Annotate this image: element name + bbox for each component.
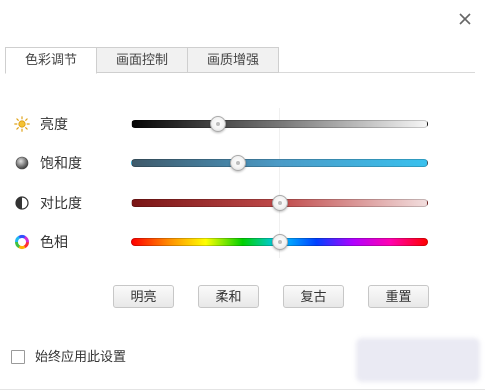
saturation-label: 饱和度	[40, 155, 82, 171]
contrast-row: 对比度	[14, 193, 434, 213]
hue-wheel-icon	[14, 234, 30, 250]
hue-slider[interactable]	[131, 234, 428, 250]
hue-row: 色相	[14, 232, 434, 252]
saturation-row: 饱和度	[14, 153, 434, 173]
tab-color-adjust[interactable]: 色彩调节	[5, 47, 97, 74]
hue-label: 色相	[40, 234, 68, 250]
tab-picture-control[interactable]: 画面控制	[96, 47, 188, 73]
tab-quality-enhance[interactable]: 画质增强	[187, 47, 279, 73]
contrast-slider[interactable]	[131, 195, 428, 211]
contrast-icon	[14, 195, 30, 211]
brightness-row: 亮度	[14, 114, 434, 134]
preset-bright-button[interactable]: 明亮	[113, 285, 174, 308]
saturation-icon	[14, 155, 30, 171]
sun-icon	[14, 116, 30, 132]
hue-slider-thumb[interactable]	[271, 234, 288, 250]
brightness-slider[interactable]	[131, 116, 428, 132]
saturation-slider-thumb[interactable]	[230, 155, 247, 171]
preset-soft-button[interactable]: 柔和	[198, 285, 259, 308]
apply-always-checkbox[interactable]	[11, 350, 25, 364]
tab-bar: 色彩调节 画面控制 画质增强	[5, 47, 279, 74]
brightness-label: 亮度	[40, 116, 68, 132]
watermark	[356, 338, 480, 382]
reset-button[interactable]: 重置	[368, 285, 429, 308]
preset-retro-button[interactable]: 复古	[283, 285, 344, 308]
close-icon	[459, 13, 471, 25]
apply-always-label[interactable]: 始终应用此设置	[35, 349, 126, 365]
saturation-slider[interactable]	[131, 155, 428, 171]
contrast-slider-thumb[interactable]	[271, 195, 288, 211]
close-button[interactable]	[454, 8, 476, 30]
contrast-label: 对比度	[40, 195, 82, 211]
brightness-slider-thumb[interactable]	[209, 116, 226, 132]
